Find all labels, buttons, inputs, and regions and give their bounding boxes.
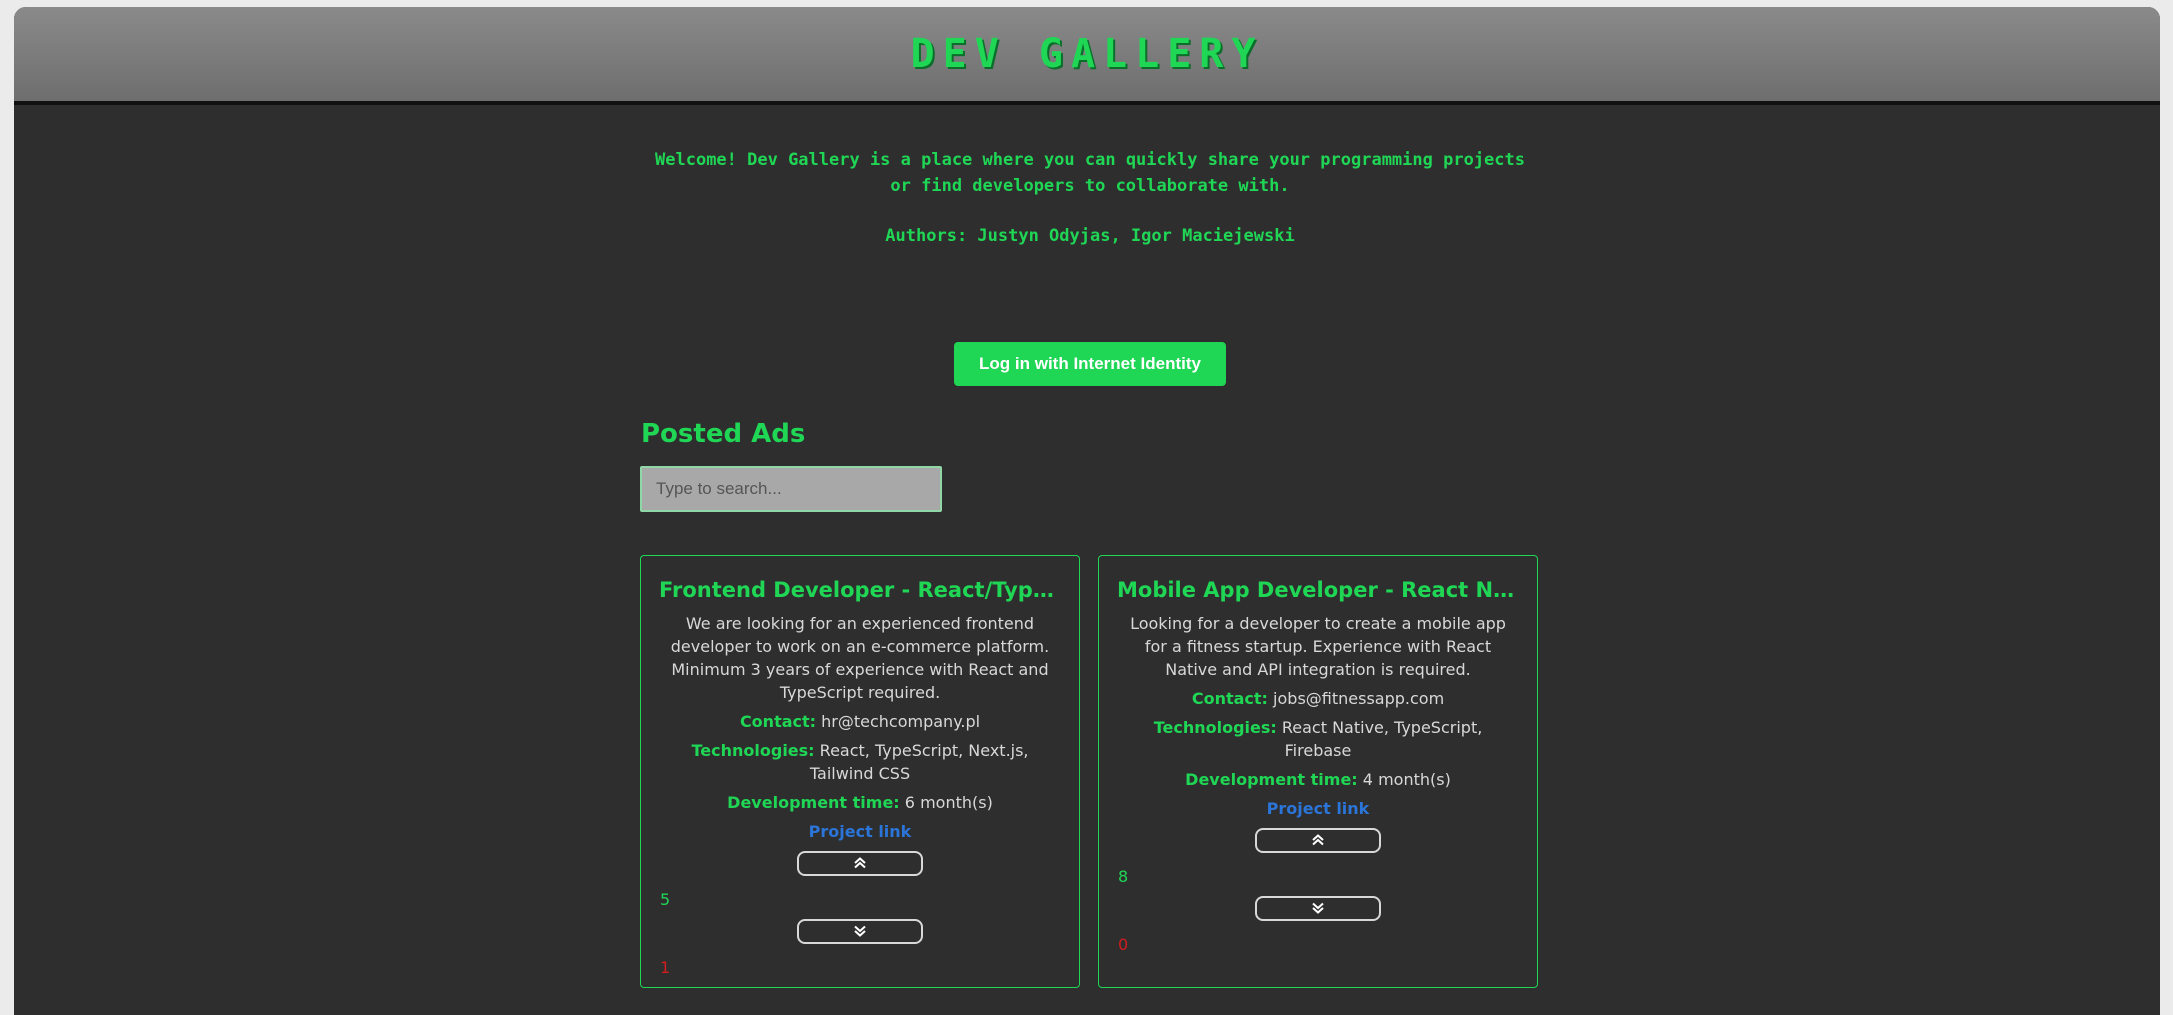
development-time-label: Development time: [727, 793, 900, 812]
downvote-button[interactable] [1255, 896, 1381, 921]
upvote-count: 5 [660, 890, 671, 909]
chevron-double-up-icon [853, 856, 867, 872]
ad-description: We are looking for an experienced fronte… [670, 614, 1050, 702]
ad-description: Looking for a developer to create a mobi… [1130, 614, 1506, 679]
contact-value: jobs@fitnessapp.com [1273, 689, 1445, 708]
ad-card: Mobile App Developer - React Native Look… [1098, 555, 1538, 988]
technologies-value: React Native, TypeScript, Firebase [1281, 718, 1483, 760]
ad-card: Frontend Developer - React/TypeScript We… [640, 555, 1080, 988]
downvote-count: 1 [660, 958, 671, 977]
login-internet-identity-button[interactable]: Log in with Internet Identity [954, 342, 1226, 386]
contact-value: hr@techcompany.pl [821, 712, 981, 731]
ad-development-time: Development time: 6 month(s) [661, 791, 1059, 814]
posted-ads-heading: Posted Ads [641, 419, 806, 449]
project-link[interactable]: Project link [809, 820, 912, 843]
main-content: Welcome! Dev Gallery is a place where yo… [640, 105, 1540, 988]
development-time-label: Development time: [1185, 770, 1358, 789]
authors-text: Authors: Justyn Odyjas, Igor Maciejewski [885, 226, 1295, 246]
ad-technologies: Technologies: React, TypeScript, Next.js… [661, 739, 1059, 785]
upvote-button[interactable] [797, 851, 923, 876]
development-time-value: 4 month(s) [1362, 770, 1451, 789]
contact-label: Contact: [1191, 689, 1268, 708]
welcome-text: Welcome! Dev Gallery is a place where yo… [655, 150, 1525, 196]
site-header: DEV GALLERY [14, 7, 2160, 105]
ad-title: Mobile App Developer - React Native [1117, 578, 1519, 602]
contact-label: Contact: [739, 712, 817, 731]
technologies-label: Technologies: [1153, 718, 1277, 737]
technologies-value: React, TypeScript, Next.js, Tailwind CSS [809, 741, 1029, 783]
development-time-value: 6 month(s) [904, 793, 993, 812]
ad-development-time: Development time: 4 month(s) [1119, 768, 1517, 791]
downvote-count: 0 [1118, 935, 1129, 954]
downvote-button[interactable] [797, 919, 923, 944]
upvote-button[interactable] [1255, 828, 1381, 853]
chevron-double-down-icon [853, 924, 867, 940]
ad-title: Frontend Developer - React/TypeScript [659, 578, 1061, 602]
login-container: Log in with Internet Identity [640, 342, 1540, 386]
ad-contact: Contact: jobs@fitnessapp.com [1119, 687, 1517, 710]
search-input[interactable] [640, 466, 942, 512]
chevron-double-up-icon [1311, 833, 1325, 849]
technologies-label: Technologies: [691, 741, 815, 760]
upvote-count: 8 [1118, 867, 1129, 886]
project-link[interactable]: Project link [1267, 797, 1370, 820]
site-title: DEV GALLERY [910, 31, 1264, 77]
chevron-double-down-icon [1311, 901, 1325, 917]
ad-contact: Contact: hr@techcompany.pl [661, 710, 1059, 733]
ad-technologies: Technologies: React Native, TypeScript, … [1119, 716, 1517, 762]
app-window: DEV GALLERY Welcome! Dev Gallery is a pl… [14, 7, 2160, 1015]
ads-grid: Frontend Developer - React/TypeScript We… [640, 555, 1540, 988]
